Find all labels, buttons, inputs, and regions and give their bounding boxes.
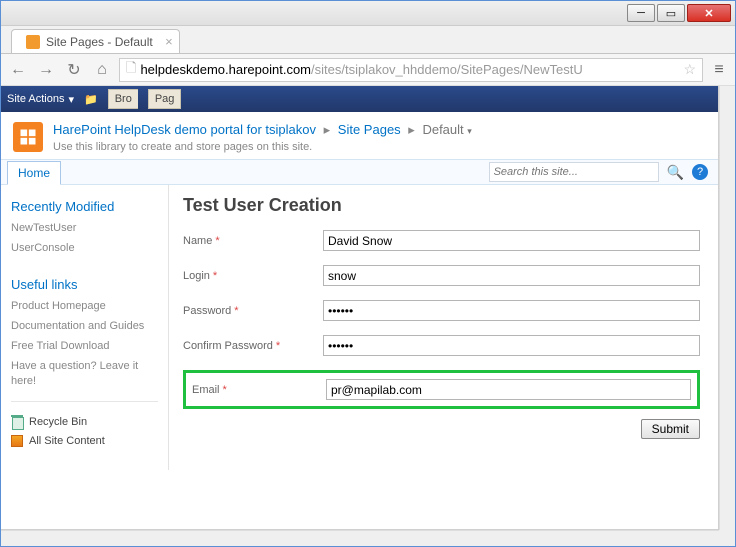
site-actions-menu[interactable]: Site Actions ▾: [7, 93, 74, 106]
login-field[interactable]: [323, 265, 700, 286]
tab-favicon: [26, 35, 40, 49]
recycle-bin-icon: [11, 415, 23, 429]
breadcrumb-root[interactable]: HarePoint HelpDesk demo portal for tsipl…: [53, 122, 316, 137]
sidebar-link-documentation[interactable]: Documentation and Guides: [11, 316, 158, 336]
page-icon: 🗋: [126, 59, 136, 81]
page-title: Test User Creation: [183, 195, 700, 216]
url-path: /sites/tsiplakov_hhddemo/SitePages/NewTe…: [311, 62, 583, 77]
chevron-down-icon: ▾: [68, 93, 74, 106]
search-input[interactable]: [489, 162, 659, 182]
sidebar-link-newtestuser[interactable]: NewTestUser: [11, 218, 158, 238]
quicklaunch-tabs: Home 🔍 ?: [1, 159, 718, 185]
bookmark-star-icon[interactable]: ☆: [683, 61, 696, 78]
breadcrumb-site-pages[interactable]: Site Pages: [338, 122, 401, 137]
sidebar-link-userconsole[interactable]: UserConsole: [11, 238, 158, 258]
sidebar-link-product-homepage[interactable]: Product Homepage: [11, 296, 158, 316]
browser-toolbar: ← → ↻ ⌂ 🗋 helpdeskdemo.harepoint.com/sit…: [1, 54, 735, 86]
site-logo[interactable]: [13, 122, 43, 152]
maximize-button[interactable]: ▭: [657, 4, 685, 22]
help-icon[interactable]: ?: [692, 164, 708, 180]
window-titlebar: ─ ▭ ✕: [1, 1, 735, 26]
back-button[interactable]: ←: [7, 61, 29, 79]
tab-home[interactable]: Home: [7, 161, 61, 185]
email-label: Email*: [192, 384, 326, 396]
login-label: Login*: [183, 270, 323, 282]
minimize-button[interactable]: ─: [627, 4, 655, 22]
chevron-down-icon[interactable]: ▾: [467, 126, 472, 136]
browser-menu-icon[interactable]: ≡: [709, 61, 729, 79]
tab-close-icon[interactable]: ×: [165, 34, 173, 49]
email-highlighted-row: Email*: [183, 370, 700, 409]
page-content: Site Actions ▾ 📁 Bro Pag HarePoint HelpDe…: [1, 86, 719, 530]
name-label: Name*: [183, 235, 323, 247]
ribbon-tab-page[interactable]: Pag: [148, 89, 182, 109]
library-description: Use this library to create and store pag…: [53, 141, 472, 153]
vertical-scrollbar[interactable]: [719, 86, 735, 546]
tab-title: Site Pages - Default: [46, 35, 153, 49]
reload-button[interactable]: ↻: [63, 60, 85, 80]
horizontal-scrollbar[interactable]: [1, 530, 719, 546]
page-header: HarePoint HelpDesk demo portal for tsipl…: [1, 112, 718, 159]
search-icon[interactable]: 🔍: [667, 164, 684, 181]
password-field[interactable]: [323, 300, 700, 321]
close-button[interactable]: ✕: [687, 4, 731, 22]
browser-tabstrip: Site Pages - Default ×: [1, 26, 735, 54]
sidebar-link-free-trial[interactable]: Free Trial Download: [11, 336, 158, 356]
scroll-corner: [719, 530, 735, 546]
password-label: Password*: [183, 305, 323, 317]
breadcrumb-current: Default ▾: [422, 122, 471, 137]
confirm-password-label: Confirm Password*: [183, 340, 323, 352]
url-domain: helpdeskdemo.harepoint.com: [140, 62, 311, 77]
all-content-icon: [11, 435, 23, 447]
browser-tab[interactable]: Site Pages - Default ×: [11, 29, 180, 53]
site-actions-label: Site Actions: [7, 93, 64, 105]
main-form-area: Test User Creation Name* Login* Password…: [169, 185, 718, 470]
chevron-right-icon: ▸: [320, 122, 335, 137]
name-field[interactable]: [323, 230, 700, 251]
navigate-up-icon[interactable]: 📁: [84, 93, 98, 106]
confirm-password-field[interactable]: [323, 335, 700, 356]
home-button[interactable]: ⌂: [91, 61, 113, 79]
chevron-right-icon: ▸: [404, 122, 419, 137]
submit-button[interactable]: Submit: [641, 419, 700, 439]
forward-button[interactable]: →: [35, 61, 57, 79]
sidebar-link-question[interactable]: Have a question? Leave it here!: [11, 356, 158, 391]
breadcrumb: HarePoint HelpDesk demo portal for tsipl…: [53, 122, 472, 138]
ribbon-tab-browse[interactable]: Bro: [108, 89, 138, 109]
useful-links-heading: Useful links: [11, 277, 158, 292]
all-site-content-link[interactable]: All Site Content: [11, 432, 158, 450]
email-field[interactable]: [326, 379, 691, 400]
recently-modified-heading: Recently Modified: [11, 199, 158, 214]
quicklaunch-sidebar: Recently Modified NewTestUser UserConsol…: [1, 185, 169, 470]
address-bar[interactable]: 🗋 helpdeskdemo.harepoint.com/sites/tsipl…: [119, 58, 703, 82]
recycle-bin-link[interactable]: Recycle Bin: [11, 412, 158, 432]
sp-ribbon: Site Actions ▾ 📁 Bro Pag: [1, 86, 718, 112]
